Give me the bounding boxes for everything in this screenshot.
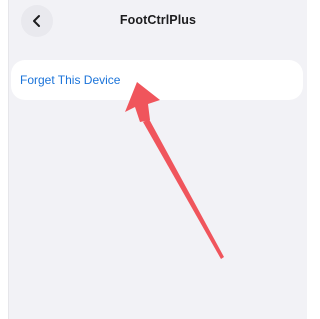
forget-device-button[interactable]: Forget This Device [20, 60, 120, 100]
page-title: FootCtrlPlus [119, 13, 197, 27]
settings-group: Forget This Device [11, 60, 303, 100]
navigation-bar: FootCtrlPlus [9, 0, 307, 46]
device-settings-screen: FootCtrlPlus Forget This Device [8, 0, 307, 319]
